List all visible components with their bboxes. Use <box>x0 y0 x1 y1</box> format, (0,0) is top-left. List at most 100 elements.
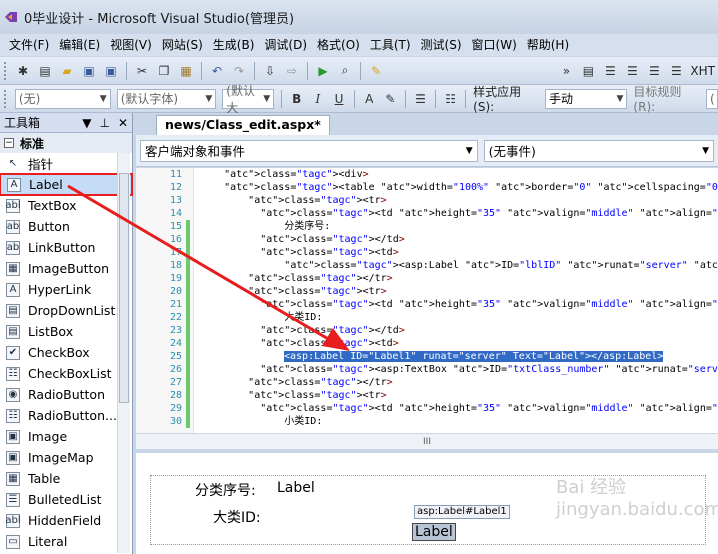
redo-icon[interactable]: ↷ <box>230 62 248 80</box>
code-line[interactable]: 分类序号: <box>200 220 330 233</box>
code-line[interactable]: "atc">class="tagc"><td "atc">height="35"… <box>200 298 718 311</box>
save-icon[interactable]: ▣ <box>80 62 98 80</box>
font-color-icon[interactable]: A <box>361 90 378 108</box>
code-line[interactable]: "atc">class="tagc"><tr> <box>200 389 387 402</box>
scrollbar-thumb[interactable] <box>119 173 129 403</box>
dropdown-icon[interactable]: ▼ <box>82 116 91 130</box>
highlight-icon[interactable]: ✎ <box>382 90 399 108</box>
italic-button[interactable]: I <box>309 90 326 108</box>
add-item-icon[interactable]: ▤ <box>36 62 54 80</box>
menu-item-7[interactable]: 工具(T) <box>365 34 416 56</box>
close-icon[interactable]: ✕ <box>118 116 128 130</box>
properties-icon[interactable]: ✎ <box>367 62 385 80</box>
code-line[interactable]: "atc">class="tagc"><table "atc">width="1… <box>200 181 718 194</box>
indent-icon[interactable]: ☰ <box>601 62 619 80</box>
toolbox-item-checkbox[interactable]: ✔ CheckBox <box>0 342 132 363</box>
code-line[interactable]: "atc">class="tagc"></td> <box>200 324 405 337</box>
toolbox-item-image[interactable]: ▣ Image <box>0 426 132 447</box>
menu-item-4[interactable]: 生成(B) <box>208 34 260 56</box>
source-code-editor[interactable]: 11 12 13 14 15 16 17 18 19 20 21 22 23 24 25 26 27 28 29 30… <box>136 168 718 433</box>
code-line[interactable]: "atc">class="tagc"><tr> <box>200 285 387 298</box>
bulleted-list-icon[interactable]: ☷ <box>442 90 459 108</box>
code-line[interactable]: "atc">class="tagc"><tr> <box>200 194 387 207</box>
form-icon[interactable]: ▤ <box>579 62 597 80</box>
menu-item-10[interactable]: 帮助(H) <box>522 34 574 56</box>
toolbar-overflow-icon[interactable]: » <box>557 62 575 80</box>
code-line[interactable]: "atc">class="tagc"><td "atc">height="35"… <box>200 207 718 220</box>
new-project-icon[interactable]: ✱ <box>14 62 32 80</box>
horizontal-scrollbar[interactable]: III <box>136 433 718 449</box>
client-objects-dropdown[interactable]: 客户端对象和事件 ▼ <box>140 139 478 162</box>
menu-item-6[interactable]: 格式(O) <box>312 34 365 56</box>
code-line[interactable]: "atc">class="tagc"><td "atc">height="35"… <box>200 402 718 415</box>
code-line[interactable]: 小类ID: <box>200 415 322 428</box>
code-line[interactable]: "atc">class="tagc"><asp:TextBox "atc">ID… <box>200 363 718 376</box>
toolbox-item-label[interactable]: A Label <box>0 173 133 196</box>
menu-item-2[interactable]: 视图(V) <box>105 34 157 56</box>
toolbox-item-dropdownlist[interactable]: ▤ DropDownList <box>0 300 132 321</box>
toolbox-item-textbox[interactable]: abl TextBox <box>0 195 132 216</box>
open-file-icon[interactable]: ▰ <box>58 62 76 80</box>
toolbox-item-radiobutton[interactable]: ◉ RadioButton <box>0 384 132 405</box>
menu-item-0[interactable]: 文件(F) <box>4 34 54 56</box>
toolbar-grip[interactable] <box>4 89 8 108</box>
block-format-combo[interactable]: (无) ▼ <box>14 88 111 109</box>
toolbox-item-imagemap[interactable]: ▣ ImageMap <box>0 447 132 468</box>
copy-icon[interactable]: ❐ <box>155 62 173 80</box>
toolbox-item-listbox[interactable]: ▤ ListBox <box>0 321 132 342</box>
code-line[interactable]: "atc">class="tagc"></tr> <box>200 376 393 389</box>
align-icon[interactable]: ☰ <box>412 90 429 108</box>
toolbox-item-radiobutton[interactable]: ☷ RadioButton... <box>0 405 132 426</box>
navigate-forward-icon[interactable]: ⇨ <box>283 62 301 80</box>
menu-item-3[interactable]: 网站(S) <box>157 34 208 56</box>
format-icon[interactable]: ☰ <box>645 62 663 80</box>
selected-label-control[interactable]: Label <box>412 523 456 541</box>
cut-icon[interactable]: ✂ <box>133 62 151 80</box>
save-all-icon[interactable]: ▣ <box>102 62 120 80</box>
font-family-combo[interactable]: (默认字体) ▼ <box>116 88 217 109</box>
underline-button[interactable]: U <box>330 90 347 108</box>
toolbox-item-linkbutton[interactable]: ab LinkButton <box>0 237 132 258</box>
collapse-icon[interactable]: − <box>4 138 14 148</box>
design-row1-value[interactable]: Label <box>277 480 315 496</box>
view-in-browser-icon[interactable]: ⌕ <box>336 62 354 80</box>
pin-icon[interactable]: ⊥ <box>99 116 109 130</box>
undo-icon[interactable]: ↶ <box>208 62 226 80</box>
toolbox-item-button[interactable]: ab Button <box>0 216 132 237</box>
toolbox-item-[interactable]: ↖ 指针 <box>0 153 132 174</box>
outdent-icon[interactable]: ☰ <box>623 62 641 80</box>
toolbox-item-hiddenfield[interactable]: abl HiddenField <box>0 510 132 531</box>
font-size-combo[interactable]: (默认大 ▼ <box>222 84 275 115</box>
code-line[interactable]: "atc">class="tagc"></tr> <box>200 272 393 285</box>
toolbox-item-bulletedlist[interactable]: ☰ BulletedList <box>0 489 132 510</box>
code-line[interactable]: "atc">class="tagc"><td> <box>200 246 399 259</box>
events-dropdown[interactable]: (无事件) ▼ <box>483 139 714 162</box>
paste-icon[interactable]: ▦ <box>177 62 195 80</box>
toolbox-category-standard[interactable]: − 标准 <box>0 133 132 153</box>
navigate-backward-icon[interactable]: ⇩ <box>261 62 279 80</box>
design-view[interactable]: 分类序号: Label 大类ID: asp:Label#Label1 Label… <box>136 453 718 554</box>
code-line[interactable]: <asp:Label ID="Label1" runat="server" Te… <box>284 350 664 363</box>
target-rule-combo[interactable]: ( <box>705 88 718 109</box>
toolbox-item-checkboxlist[interactable]: ☷ CheckBoxList <box>0 363 132 384</box>
start-debugging-icon[interactable]: ▶ <box>314 62 332 80</box>
menu-item-1[interactable]: 编辑(E) <box>54 34 105 56</box>
code-line[interactable]: "atc">class="tagc"><td> <box>200 337 399 350</box>
toolbox-item-imagebutton[interactable]: ▦ ImageButton <box>0 258 132 279</box>
code-line[interactable]: "atc">class="tagc"></td> <box>200 233 405 246</box>
menu-item-9[interactable]: 窗口(W) <box>467 34 522 56</box>
tab-class-edit-aspx[interactable]: news/Class_edit.aspx* <box>156 115 330 135</box>
toolbox-scrollbar[interactable] <box>117 153 130 553</box>
code-line[interactable]: "atc">class="tagc"><div> <box>200 168 369 181</box>
menu-item-8[interactable]: 测试(S) <box>416 34 467 56</box>
toolbox-item-hyperlink[interactable]: A HyperLink <box>0 279 132 300</box>
bold-button[interactable]: B <box>288 90 305 108</box>
style-apply-combo[interactable]: 手动 ▼ <box>545 88 628 109</box>
comment-icon[interactable]: ☰ <box>667 62 685 80</box>
toolbox-item-table[interactable]: ▦ Table <box>0 468 132 489</box>
menu-item-5[interactable]: 调试(D) <box>259 34 312 56</box>
toolbar-grip[interactable] <box>4 61 8 80</box>
code-line[interactable]: 大类ID: <box>200 311 322 324</box>
toolbox-item-literal[interactable]: ▭ Literal <box>0 531 132 552</box>
code-line[interactable]: "atc">class="tagc"><asp:Label "atc">ID="… <box>200 259 718 272</box>
